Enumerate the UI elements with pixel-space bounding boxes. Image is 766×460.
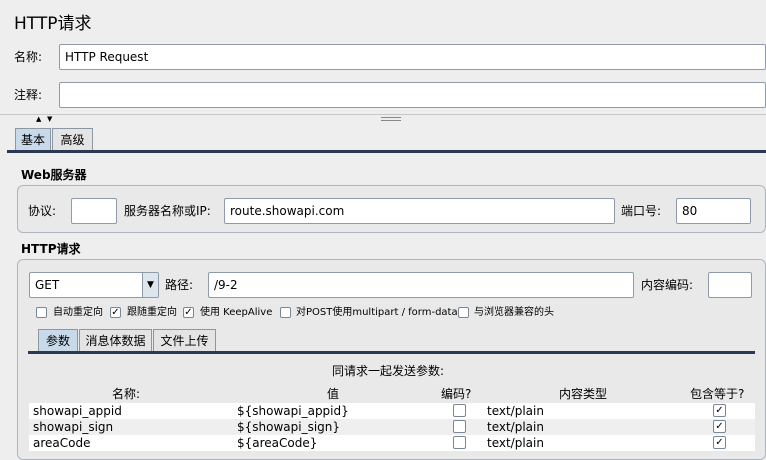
collapse-up-icon[interactable]: ▲ — [36, 115, 41, 123]
column-header-content-type: 内容类型 — [559, 387, 608, 401]
encode-checkbox[interactable] — [453, 404, 466, 417]
web-server-title: Web服务器 — [21, 168, 87, 182]
column-header-name: 名称: — [112, 387, 141, 401]
encode-checkbox[interactable] — [453, 436, 466, 449]
comment-field[interactable] — [59, 82, 766, 108]
param-name-cell[interactable]: showapi_appid — [33, 404, 122, 418]
http-request-panel: HTTP请求 名称: HTTP Request 注释: ▲ ▼ 基本 高级 We… — [0, 0, 766, 460]
port-field[interactable]: 80 — [676, 198, 751, 224]
content-type-cell[interactable]: text/plain — [487, 436, 544, 450]
column-header-encode: 编码? — [441, 387, 472, 401]
include-equals-checkbox[interactable]: ✓ — [713, 436, 726, 449]
method-value: GET — [35, 278, 60, 292]
param-name-cell[interactable]: showapi_sign — [33, 420, 113, 434]
auto-redirect-checkbox[interactable] — [36, 307, 47, 318]
protocol-label: 协议: — [28, 204, 57, 218]
tab-divider — [7, 150, 766, 153]
keepalive-label: 使用 KeepAlive — [200, 307, 273, 318]
protocol-field[interactable] — [71, 198, 117, 224]
splitter-grip-icon[interactable] — [381, 117, 401, 121]
encoding-field[interactable] — [708, 272, 752, 298]
include-equals-checkbox[interactable]: ✓ — [713, 420, 726, 433]
multipart-checkbox[interactable] — [280, 307, 291, 318]
multipart-label: 对POST使用multipart / form-data — [296, 307, 458, 318]
port-label: 端口号: — [621, 204, 662, 218]
table-row[interactable] — [29, 435, 755, 451]
browser-headers-checkbox[interactable] — [458, 307, 469, 318]
auto-redirect-label: 自动重定向 — [53, 307, 103, 318]
encoding-label: 内容编码: — [641, 278, 694, 292]
follow-redirect-label: 跟随重定向 — [127, 307, 177, 318]
table-row[interactable] — [29, 403, 755, 419]
page-title: HTTP请求 — [14, 14, 92, 34]
subtab-parameters[interactable]: 参数 — [38, 329, 78, 351]
subtab-divider — [28, 351, 755, 354]
collapse-down-icon[interactable]: ▼ — [47, 115, 52, 123]
encode-checkbox[interactable] — [453, 420, 466, 433]
splitter-divider[interactable]: ▲ ▼ — [0, 114, 766, 124]
param-name-cell[interactable]: areaCode — [33, 436, 90, 450]
name-label: 名称: — [14, 50, 43, 64]
comment-label: 注释: — [14, 88, 43, 102]
name-field[interactable]: HTTP Request — [59, 44, 766, 70]
param-value-cell[interactable]: ${showapi_sign} — [237, 420, 340, 434]
subtab-body-data[interactable]: 消息体数据 — [79, 329, 152, 351]
tab-advanced[interactable]: 高级 — [52, 128, 93, 150]
path-field[interactable]: /9-2 — [208, 272, 634, 298]
tab-basic[interactable]: 基本 — [15, 128, 51, 150]
chevron-down-icon[interactable]: ▼ — [142, 273, 158, 297]
server-field[interactable]: route.showapi.com — [224, 198, 615, 224]
param-value-cell[interactable]: ${showapi_appid} — [237, 404, 349, 418]
params-heading: 同请求一起发送参数: — [332, 364, 445, 378]
include-equals-checkbox[interactable]: ✓ — [713, 404, 726, 417]
column-header-include-equals: 包含等于? — [690, 387, 745, 401]
follow-redirect-checkbox[interactable]: ✓ — [110, 307, 121, 318]
param-value-cell[interactable]: ${areaCode} — [237, 436, 317, 450]
path-label: 路径: — [165, 278, 194, 292]
http-request-title: HTTP请求 — [21, 242, 81, 256]
content-type-cell[interactable]: text/plain — [487, 404, 544, 418]
keepalive-checkbox[interactable]: ✓ — [183, 307, 194, 318]
content-type-cell[interactable]: text/plain — [487, 420, 544, 434]
subtab-file-upload[interactable]: 文件上传 — [153, 329, 216, 351]
method-select[interactable]: GET ▼ — [29, 272, 159, 298]
browser-headers-label: 与浏览器兼容的头 — [474, 307, 554, 318]
server-label: 服务器名称或IP: — [124, 204, 211, 218]
table-row[interactable] — [29, 419, 755, 435]
column-header-value: 值 — [327, 387, 340, 401]
